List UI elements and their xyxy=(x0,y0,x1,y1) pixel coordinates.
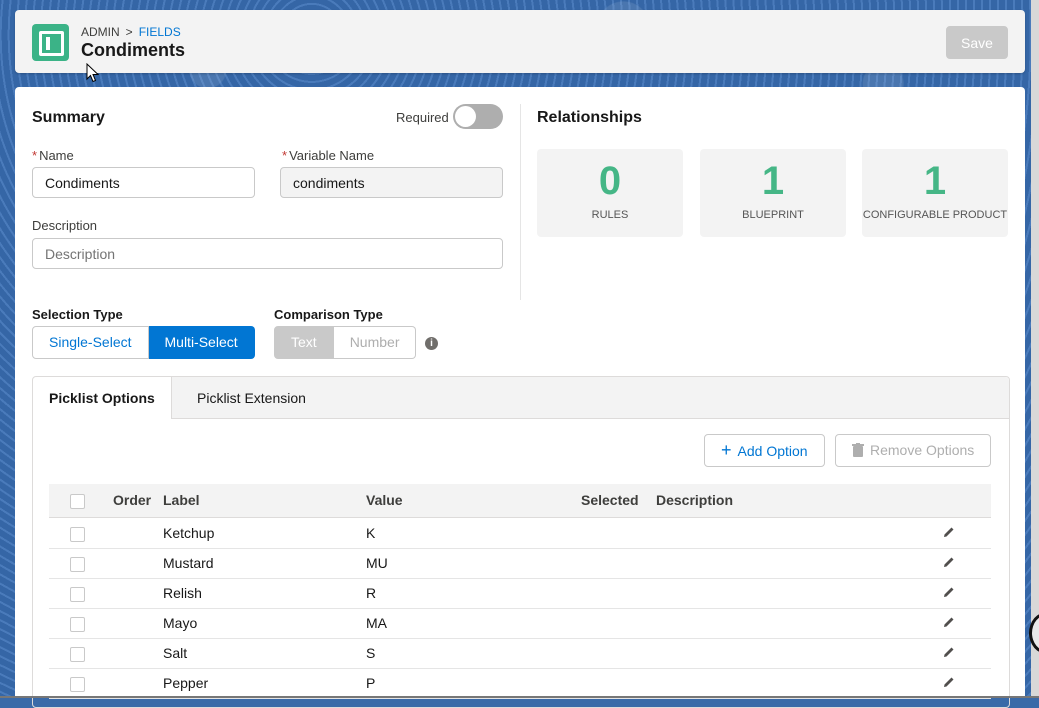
table-row[interactable]: Salt S xyxy=(49,638,991,669)
variable-name-label: * Variable Name xyxy=(282,148,375,163)
row-label: Pepper xyxy=(163,675,209,691)
description-label: Description xyxy=(32,218,98,233)
edit-pencil-icon[interactable] xyxy=(943,676,955,688)
column-order[interactable]: Order xyxy=(113,492,151,508)
row-value: R xyxy=(366,585,377,601)
stat-value: 0 xyxy=(598,159,622,203)
table-header: Order Label Value Selected Description xyxy=(49,484,991,518)
column-label[interactable]: Label xyxy=(163,492,200,508)
number-button[interactable]: Number xyxy=(333,326,417,359)
table-row[interactable]: Relish R xyxy=(49,578,991,609)
edit-pencil-icon[interactable] xyxy=(943,616,955,628)
text-button[interactable]: Text xyxy=(274,326,334,359)
edit-pencil-icon[interactable] xyxy=(943,586,955,598)
comparison-type-label: Comparison Type xyxy=(274,307,383,322)
plus-icon: + xyxy=(721,440,732,460)
field-app-icon xyxy=(32,24,69,61)
column-value[interactable]: Value xyxy=(366,492,403,508)
single-select-button[interactable]: Single-Select xyxy=(32,326,149,359)
required-asterisk: * xyxy=(282,148,288,163)
row-label: Mustard xyxy=(163,555,214,571)
row-value: P xyxy=(366,675,376,691)
tab-picklist-extension[interactable]: Picklist Extension xyxy=(181,377,322,418)
page-title: Condiments xyxy=(81,40,186,60)
picklist-tabset: Picklist Options Picklist Extension + Add… xyxy=(32,376,1010,708)
required-asterisk: * xyxy=(32,148,38,163)
row-checkbox[interactable] xyxy=(70,527,85,542)
row-checkbox[interactable] xyxy=(70,647,85,662)
breadcrumb: ADMIN > FIELDS xyxy=(81,25,181,39)
window-right-edge xyxy=(1031,0,1039,698)
row-value: MA xyxy=(366,615,387,631)
table-row[interactable]: Pepper P xyxy=(49,668,991,699)
stat-blueprint[interactable]: 1 BLUEPRINT xyxy=(700,149,846,237)
field-detail-card: Summary Required * Name Condiments * Varia… xyxy=(15,87,1025,708)
edit-pencil-icon[interactable] xyxy=(943,646,955,658)
required-label: Required xyxy=(396,110,449,125)
stat-value: 1 xyxy=(761,159,785,203)
trash-icon xyxy=(852,443,864,457)
variable-name-input[interactable]: condiments xyxy=(280,167,503,198)
edit-pencil-icon[interactable] xyxy=(943,526,955,538)
info-icon[interactable]: i xyxy=(425,337,438,350)
table-row[interactable]: Mayo MA xyxy=(49,608,991,639)
mouse-cursor-icon xyxy=(86,63,99,83)
row-label: Relish xyxy=(163,585,202,601)
row-value: MU xyxy=(366,555,388,571)
description-input[interactable]: Description xyxy=(32,238,503,269)
page-header: ADMIN > FIELDS Condiments Save xyxy=(15,10,1025,73)
stat-rules[interactable]: 0 RULES xyxy=(537,149,683,237)
section-divider xyxy=(520,104,521,300)
relationships-title: Relationships xyxy=(537,109,642,126)
stat-caption: CONFIGURABLE PRODUCT xyxy=(862,209,1008,221)
stat-configurable-product[interactable]: 1 CONFIGURABLE PRODUCT xyxy=(862,149,1008,237)
selection-type-group: Single-Select Multi-Select xyxy=(32,326,255,359)
name-label: * Name xyxy=(32,148,74,163)
column-description[interactable]: Description xyxy=(656,492,733,508)
row-checkbox[interactable] xyxy=(70,677,85,692)
tab-bar: Picklist Options Picklist Extension xyxy=(33,377,1009,419)
row-label: Mayo xyxy=(163,615,198,631)
stat-value: 1 xyxy=(923,159,947,203)
row-value: K xyxy=(366,525,376,541)
column-selected[interactable]: Selected xyxy=(581,492,639,508)
summary-title: Summary xyxy=(32,109,105,126)
add-option-button[interactable]: + Add Option xyxy=(704,434,825,467)
multi-select-button[interactable]: Multi-Select xyxy=(148,326,255,359)
table-row[interactable]: Ketchup K xyxy=(49,518,991,549)
stat-caption: BLUEPRINT xyxy=(742,209,804,221)
row-value: S xyxy=(366,645,376,661)
name-input[interactable]: Condiments xyxy=(32,167,255,198)
required-toggle[interactable] xyxy=(453,104,503,129)
breadcrumb-separator: > xyxy=(125,25,133,39)
breadcrumb-fields-link[interactable]: FIELDS xyxy=(139,25,181,39)
select-all-checkbox[interactable] xyxy=(70,494,85,509)
stat-caption: RULES xyxy=(591,209,629,221)
comparison-type-group: Text Number xyxy=(274,326,417,359)
save-button[interactable]: Save xyxy=(946,26,1008,59)
breadcrumb-admin[interactable]: ADMIN xyxy=(81,25,120,39)
row-checkbox[interactable] xyxy=(70,617,85,632)
row-label: Ketchup xyxy=(163,525,215,541)
edit-pencil-icon[interactable] xyxy=(943,556,955,568)
table-row[interactable]: Mustard MU xyxy=(49,548,991,579)
row-checkbox[interactable] xyxy=(70,557,85,572)
tab-picklist-options[interactable]: Picklist Options xyxy=(33,377,172,419)
row-checkbox[interactable] xyxy=(70,587,85,602)
row-label: Salt xyxy=(163,645,188,661)
selection-type-label: Selection Type xyxy=(32,307,123,322)
remove-options-button[interactable]: Remove Options xyxy=(835,434,992,467)
